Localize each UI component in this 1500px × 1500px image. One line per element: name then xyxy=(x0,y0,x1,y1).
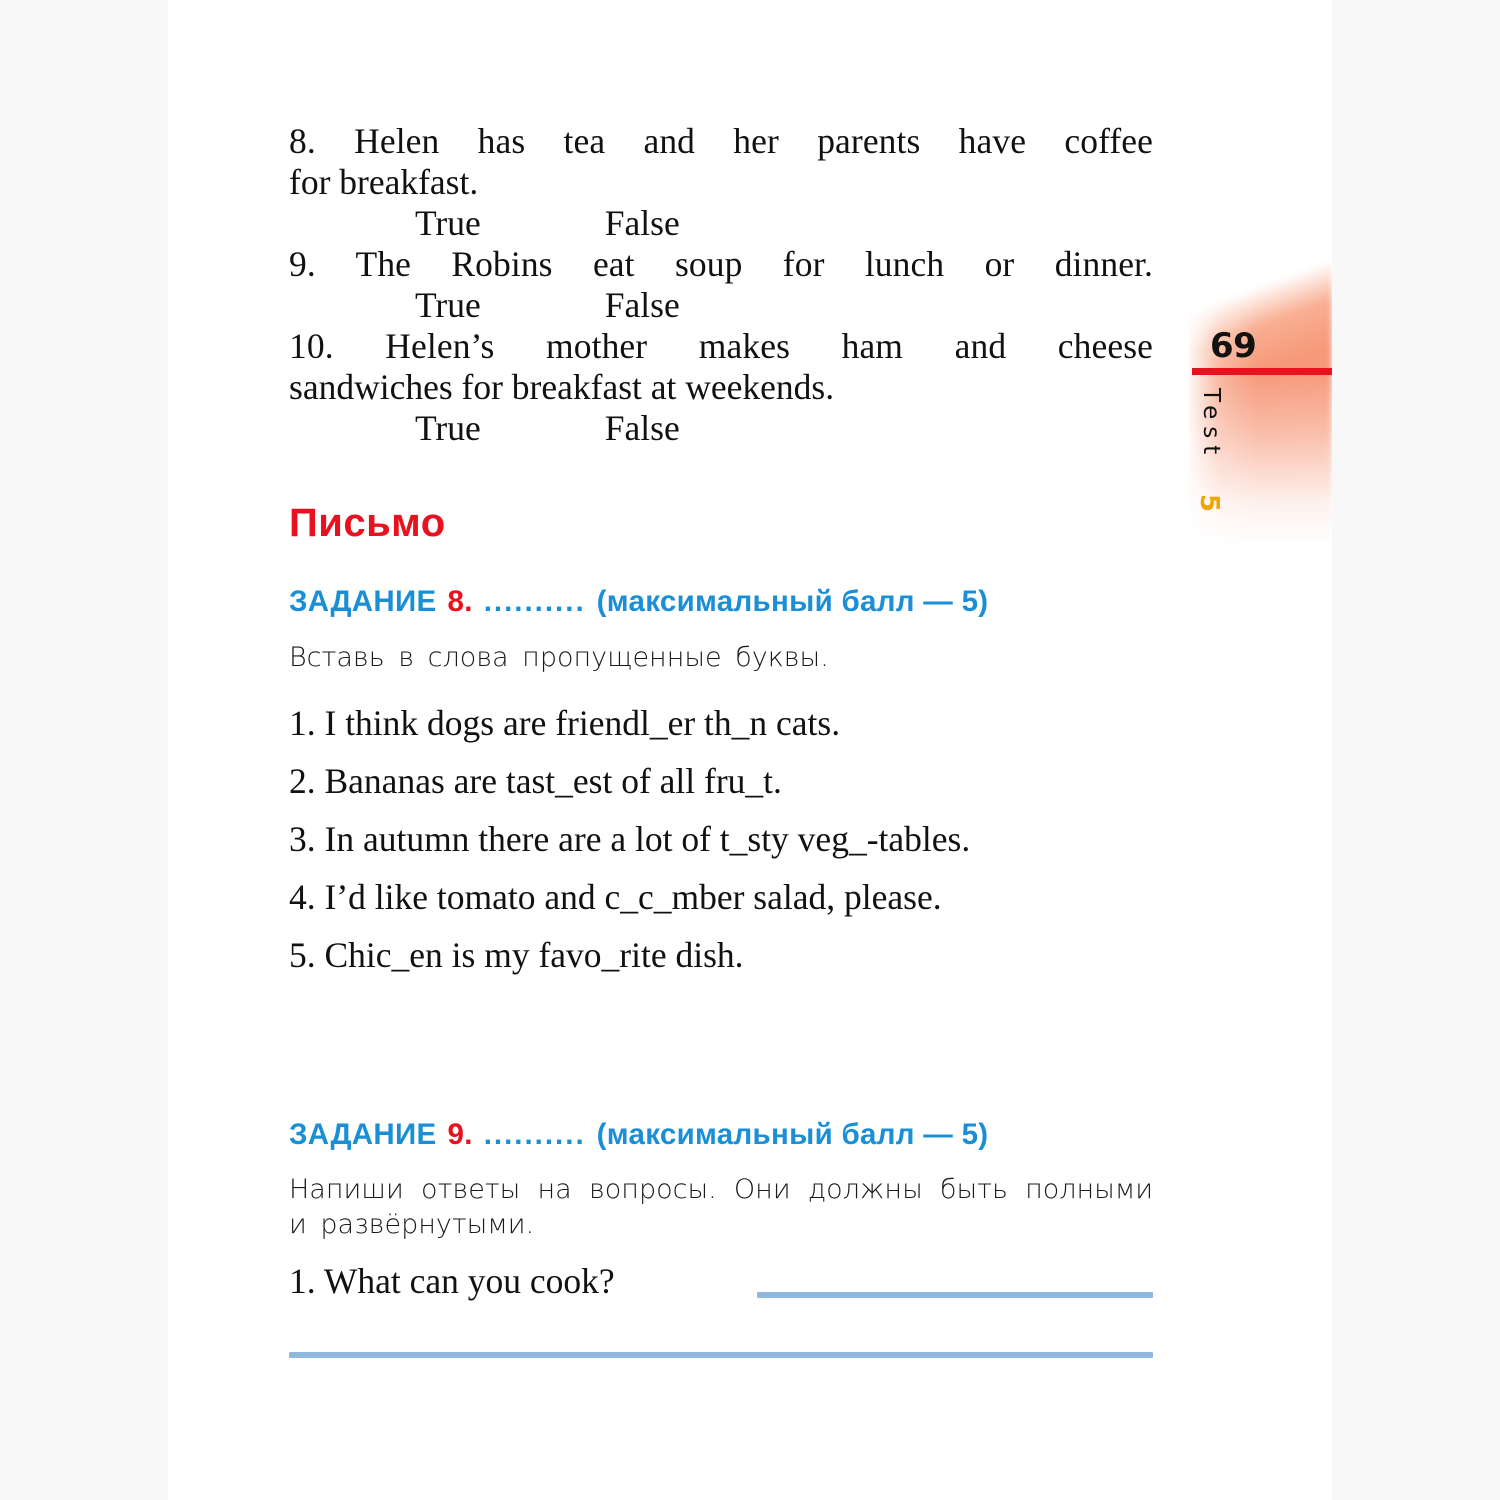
true-false-block: 8. Helen has tea and her parents have co… xyxy=(289,121,1153,449)
true-false-statement-9: 9. The Robins eat soup for lunch or dinn… xyxy=(289,244,1153,285)
task-9-number: 9. xyxy=(447,1118,473,1151)
answer-line-1[interactable] xyxy=(757,1292,1153,1298)
statement-10-line-1: 10. Helen’s mother makes ham and cheese xyxy=(289,326,1153,366)
statement-8-line-1: 8. Helen has tea and her parents have co… xyxy=(289,121,1153,161)
option-true-8[interactable]: True xyxy=(415,203,481,243)
fill-item-4[interactable]: 4. I’d like tomato and c_c_mber salad, p… xyxy=(289,868,1153,926)
task-8-score: (максимальный балл — 5) xyxy=(596,585,989,618)
option-true-10[interactable]: True xyxy=(415,408,481,448)
option-false-9[interactable]: False xyxy=(605,285,680,325)
true-false-statement-10: 10. Helen’s mother makes ham and cheese xyxy=(289,326,1153,367)
task-8-instruction: Вставь в слова пропущенные буквы. xyxy=(289,642,829,673)
tab-red-rule xyxy=(1192,368,1332,375)
true-false-statement-8: 8. Helen has tea and her parents have co… xyxy=(289,121,1153,162)
page-number: 69 xyxy=(1210,326,1257,366)
task-9-label: ЗАДАНИЕ xyxy=(289,1118,437,1151)
task-9-dots: .......... xyxy=(483,1118,586,1151)
task-9-instruction: Напиши ответы на вопросы. Они должны быт… xyxy=(289,1174,1153,1240)
tab-test-number: 5 xyxy=(1194,494,1224,513)
section-heading-writing: Письмо xyxy=(289,501,446,545)
fill-item-3[interactable]: 3. In autumn there are a lot of t_sty ve… xyxy=(289,810,1153,868)
fill-item-5[interactable]: 5. Chic_en is my favo_rite dish. xyxy=(289,926,1153,984)
option-false-8[interactable]: False xyxy=(605,203,680,243)
statement-8-line-2: for breakfast. xyxy=(289,162,479,202)
true-false-options-10: True False xyxy=(289,408,1153,449)
option-true-9[interactable]: True xyxy=(415,285,481,325)
task-8-number: 8. xyxy=(447,585,473,618)
true-false-options-9: True False xyxy=(289,285,1153,326)
task-9-score: (максимальный балл — 5) xyxy=(596,1118,989,1151)
task-8-heading: ЗАДАНИЕ 8........... (максимальный балл — … xyxy=(289,585,1153,619)
page-thumb-tab: 69 Test 5 xyxy=(1188,258,1332,544)
question-block: 1. What can you cook? xyxy=(289,1259,1153,1358)
question-1-text: 1. What can you cook? xyxy=(289,1261,615,1301)
fill-item-1[interactable]: 1. I think dogs are friendl_er th_n cats… xyxy=(289,694,1153,752)
true-false-options-8: True False xyxy=(289,203,1153,244)
page-sheet: 8. Helen has tea and her parents have co… xyxy=(168,0,1332,1500)
task-8-dots: .......... xyxy=(483,585,586,618)
task-8-label: ЗАДАНИЕ xyxy=(289,585,437,618)
option-false-10[interactable]: False xyxy=(605,408,680,448)
statement-10-line-2: sandwiches for breakfast at weekends. xyxy=(289,367,835,407)
answer-line-2[interactable] xyxy=(289,1352,1153,1358)
question-row: 1. What can you cook? xyxy=(289,1259,1153,1307)
task-9-heading: ЗАДАНИЕ 9........... (максимальный балл — … xyxy=(289,1118,1153,1152)
fill-in-list: 1. I think dogs are friendl_er th_n cats… xyxy=(289,694,1153,984)
statement-9-line-1: 9. The Robins eat soup for lunch or dinn… xyxy=(289,244,1153,284)
fill-item-2[interactable]: 2. Bananas are tast_est of all fru_t. xyxy=(289,752,1153,810)
